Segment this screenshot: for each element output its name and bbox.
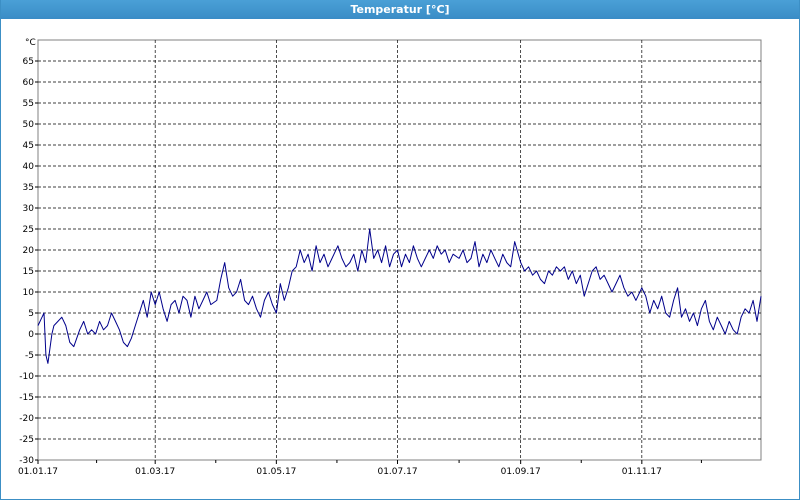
y-tick-label: 45	[23, 141, 34, 151]
chart-window: Temperatur [°C] °C -30 -25 -20 -15 -10 -5 0 5 10…	[0, 0, 800, 500]
y-tick-label: 5	[28, 309, 34, 319]
y-tick-label: 40	[23, 162, 35, 172]
y-tick-label: 55	[23, 99, 34, 109]
y-tick-label: 30	[23, 204, 35, 214]
x-tick-label: 01.03.17	[135, 467, 175, 477]
y-axis-unit: °C	[25, 38, 36, 48]
x-tick-label: 01.09.17	[501, 467, 541, 477]
y-tick-label: 65	[23, 57, 34, 67]
y-tick-label: -10	[19, 372, 34, 382]
y-tick-label: 15	[23, 267, 34, 277]
x-tick-label: 01.05.17	[256, 467, 296, 477]
y-tick-label: 35	[23, 183, 34, 193]
x-tick-label: 01.01.17	[18, 467, 58, 477]
x-tick-label: 01.11.17	[622, 467, 662, 477]
x-tick-label: 01.07.17	[377, 467, 417, 477]
temperature-chart: °C -30 -25 -20 -15 -10 -5 0 5 10 15 20 25 30 35 40 45 50…	[18, 38, 762, 477]
y-tick-label: 0	[28, 330, 34, 340]
y-tick-label: -15	[19, 393, 34, 403]
y-tick-label: 50	[23, 120, 35, 130]
window-title: Temperatur [°C]	[1, 0, 799, 19]
y-tick-label: 10	[23, 288, 35, 298]
y-tick-label: -25	[19, 435, 34, 445]
y-tick-label: -20	[19, 414, 34, 424]
y-tick-label: 20	[23, 246, 35, 256]
y-tick-label: -30	[19, 456, 34, 466]
y-tick-label: 25	[23, 225, 34, 235]
y-tick-label: 60	[23, 78, 35, 88]
y-tick-label: -5	[25, 351, 34, 361]
